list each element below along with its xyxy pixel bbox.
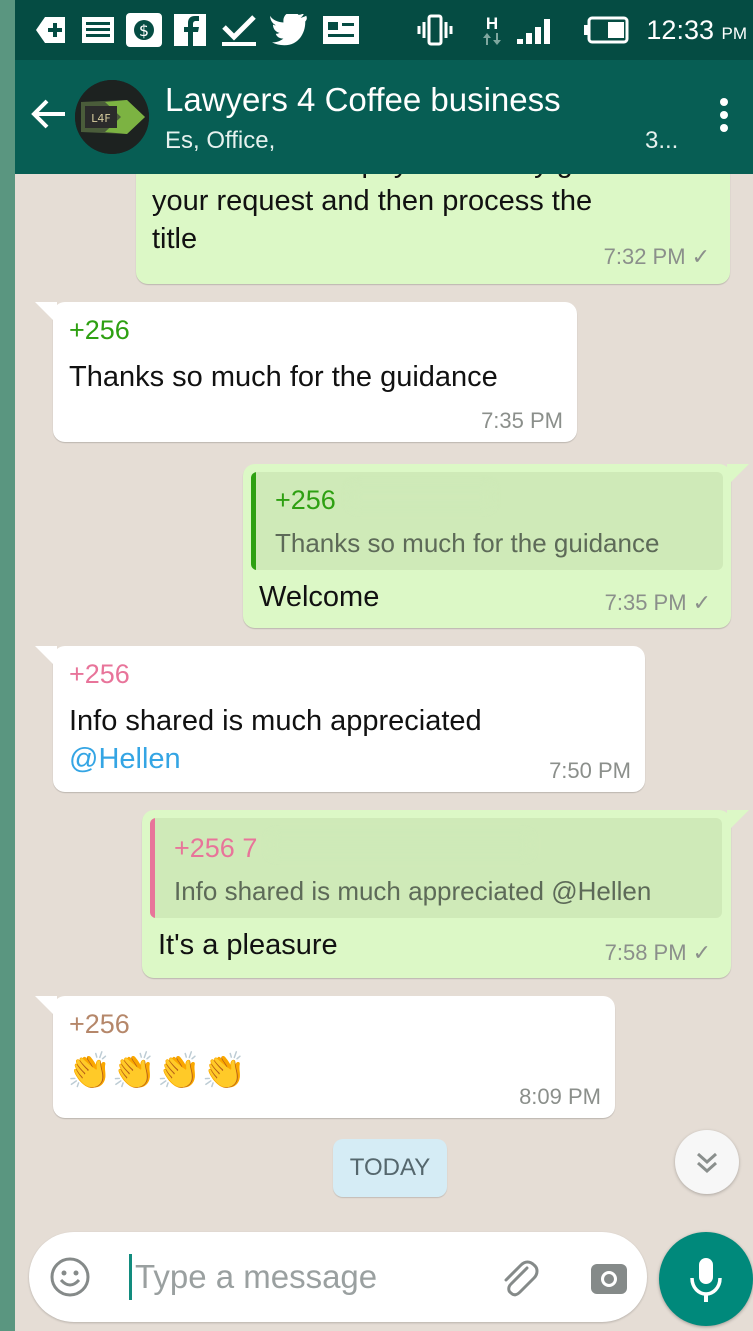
download-done-icon bbox=[219, 14, 259, 46]
message-time: 7:58 PM ✓ bbox=[604, 940, 711, 965]
chat-title[interactable]: Lawyers 4 Coffee business bbox=[165, 80, 561, 120]
twitter-icon bbox=[269, 14, 309, 46]
redacted-number bbox=[153, 1012, 483, 1034]
message-input[interactable]: Type a message bbox=[135, 1254, 377, 1300]
message-time: 7:35 PM bbox=[481, 408, 563, 433]
message-time: 7:32 PM ✓ bbox=[603, 244, 710, 269]
redacted-number bbox=[351, 486, 491, 508]
message-text: It's a pleasure bbox=[158, 929, 338, 961]
vibrate-icon bbox=[415, 14, 455, 46]
signal-icon bbox=[515, 14, 559, 46]
message-outgoing[interactable]: +256 7 Info shared is much appreciated @… bbox=[142, 810, 749, 978]
sent-check-icon: ✓ bbox=[692, 940, 711, 965]
group-avatar[interactable]: L4F bbox=[75, 80, 149, 154]
clapping-emoji: 👏👏👏👏 bbox=[67, 1051, 247, 1092]
svg-text:L4F: L4F bbox=[91, 112, 110, 125]
status-time: 12:33 PM bbox=[646, 15, 747, 45]
message-incoming[interactable]: +256 Info shared is much appreciated @He… bbox=[35, 646, 645, 792]
quoted-message[interactable]: +256 7 Info shared is much appreciated @… bbox=[150, 818, 722, 918]
chat-participants[interactable]: Es, Office, bbox=[165, 126, 275, 156]
message-sender[interactable]: +256 bbox=[69, 658, 130, 690]
message-icon bbox=[81, 14, 115, 46]
emoji-icon[interactable] bbox=[49, 1256, 91, 1298]
mention-link[interactable]: @Hellen bbox=[69, 740, 181, 778]
sent-check-icon: ✓ bbox=[692, 590, 711, 615]
quoted-message[interactable]: +256 Thanks so much for the guidance bbox=[251, 472, 723, 570]
chat-participants-more: 3... bbox=[645, 127, 679, 154]
message-text: title bbox=[152, 223, 198, 255]
message-sender[interactable]: +256 bbox=[69, 314, 130, 346]
add-box-icon bbox=[35, 14, 69, 46]
quoted-sender: +256 bbox=[275, 485, 336, 515]
phone-screen: $ H 12:33 PM L4F Lawyers 4 Coffee busine… bbox=[15, 0, 753, 1331]
redacted-number bbox=[270, 834, 530, 856]
scroll-to-bottom-button[interactable] bbox=[675, 1130, 739, 1194]
quoted-text: Info shared is much appreciated @Hellen bbox=[174, 876, 652, 906]
message-time: 8:09 PM bbox=[519, 1084, 601, 1109]
message-outgoing[interactable]: +256 Thanks so much for the guidance Wel… bbox=[243, 464, 749, 628]
message-sender[interactable]: +256 bbox=[69, 1008, 130, 1040]
message-outgoing[interactable]: assess the fees payable if they grant yo… bbox=[136, 174, 730, 284]
message-text: Welcome bbox=[259, 581, 380, 613]
svg-text:$: $ bbox=[139, 21, 149, 40]
redacted-number bbox=[153, 318, 453, 340]
microphone-icon bbox=[690, 1258, 722, 1302]
message-time: 7:50 PM bbox=[549, 758, 631, 783]
message-time: 7:35 PM ✓ bbox=[604, 590, 711, 615]
message-incoming[interactable]: +256 Thanks so much for the guidance 7:3… bbox=[35, 302, 577, 442]
back-arrow-icon[interactable] bbox=[29, 94, 69, 134]
paperclip-icon[interactable] bbox=[497, 1256, 541, 1300]
message-text: your request and then process the bbox=[152, 185, 593, 217]
microphone-button[interactable] bbox=[659, 1232, 753, 1326]
message-text: Thanks so much for the guidance bbox=[69, 361, 498, 393]
battery-icon bbox=[581, 14, 631, 46]
quoted-sender: +256 7 bbox=[174, 833, 258, 863]
message-text: Info shared is much appreciated bbox=[69, 705, 482, 737]
message-text: assess the fees payable if they grant bbox=[152, 174, 623, 182]
sent-check-icon: ✓ bbox=[691, 244, 710, 269]
chat-header: L4F Lawyers 4 Coffee business Es, Office… bbox=[15, 60, 753, 174]
double-chevron-down-icon bbox=[697, 1152, 717, 1174]
camera-icon[interactable] bbox=[589, 1258, 629, 1298]
quoted-text: Thanks so much for the guidance bbox=[275, 528, 660, 558]
text-cursor bbox=[129, 1254, 132, 1300]
date-separator: TODAY bbox=[333, 1139, 447, 1197]
dollar-app-icon: $ bbox=[125, 13, 163, 47]
message-composer[interactable]: Type a message bbox=[29, 1232, 647, 1322]
facebook-icon bbox=[173, 14, 207, 46]
message-incoming[interactable]: +256 👏👏👏👏 8:09 PM bbox=[35, 996, 615, 1118]
redacted-number bbox=[153, 662, 483, 684]
more-options-icon[interactable] bbox=[719, 98, 729, 138]
h-network-icon: H bbox=[477, 14, 507, 46]
chat-messages[interactable]: assess the fees payable if they grant yo… bbox=[15, 174, 753, 1219]
news-icon bbox=[321, 14, 361, 46]
status-bar: $ H 12:33 PM bbox=[15, 0, 753, 60]
